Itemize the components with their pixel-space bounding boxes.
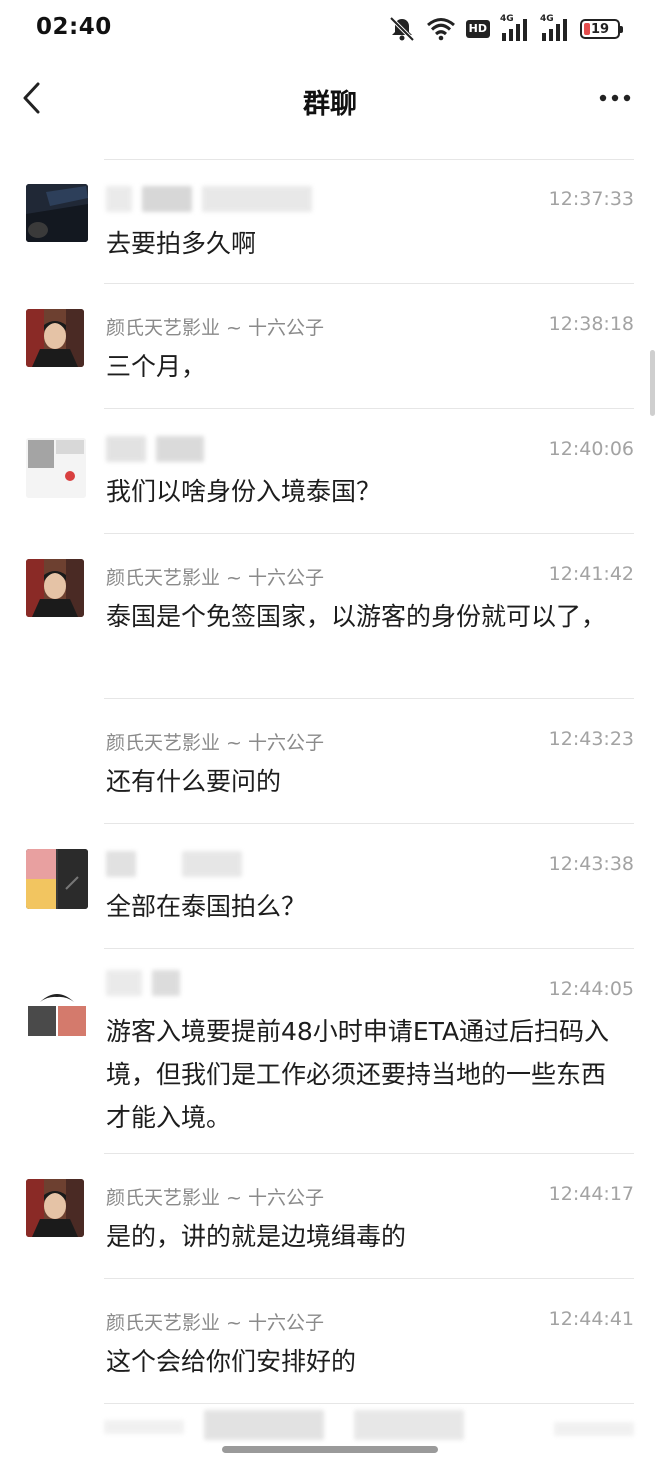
divider xyxy=(104,1153,634,1154)
divider xyxy=(104,159,634,160)
battery-fill xyxy=(584,23,590,35)
message-text: 是的，讲的就是边境缉毒的 xyxy=(106,1222,407,1251)
message-time: 12:43:23 xyxy=(548,728,634,750)
scrollbar[interactable] xyxy=(650,350,655,416)
message-text: 我们以啥身份入境泰国？ xyxy=(106,477,382,506)
message-text: 游客入境要提前48小时申请ETA通过后扫码入境，但我们是工作必须还要持当地的一些… xyxy=(106,1017,610,1132)
status-bar: 02:40 HD 4G 4G 19 xyxy=(0,0,660,58)
message-time: 12:44:17 xyxy=(548,1183,634,1205)
message-time: 12:44:05 xyxy=(548,978,634,1000)
divider xyxy=(104,1403,634,1404)
status-icons: HD 4G 4G 19 xyxy=(388,14,623,44)
battery-icon: 19 xyxy=(580,14,623,44)
sender-name: 颜氏天艺影业 ~ 十六公子 xyxy=(106,1312,324,1334)
message-time: 12:43:38 xyxy=(548,853,634,875)
message-time: 12:44:41 xyxy=(548,1308,634,1330)
avatar[interactable] xyxy=(26,438,86,498)
divider xyxy=(104,698,634,699)
message-text: 全部在泰国拍么？ xyxy=(106,892,307,921)
sender-name: 颜氏天艺影业 ~ 十六公子 xyxy=(106,1187,324,1209)
message-text: 去要拍多久啊 xyxy=(106,229,257,258)
message-text: 三个月， xyxy=(106,352,207,381)
message-time: 12:38:18 xyxy=(548,313,634,335)
sender-name: 颜氏天艺影业 ~ 十六公子 xyxy=(106,732,324,754)
nav-bar: 群聊 xyxy=(0,58,660,138)
sender-name-redacted xyxy=(106,851,242,877)
sender-name-redacted xyxy=(106,186,312,212)
mute-bell-icon xyxy=(388,14,416,44)
avatar[interactable] xyxy=(26,849,88,909)
more-button[interactable] xyxy=(598,86,632,110)
divider xyxy=(104,1278,634,1279)
avatar[interactable] xyxy=(26,309,84,367)
message-time: 12:37:33 xyxy=(548,188,634,210)
page-title: 群聊 xyxy=(303,89,357,120)
divider xyxy=(104,408,634,409)
divider xyxy=(104,948,634,949)
avatar[interactable] xyxy=(26,184,88,242)
signal-icon: 4G xyxy=(500,14,530,44)
message-text: 这个会给你们安排好的 xyxy=(106,1347,357,1376)
signal-icon: 4G xyxy=(540,14,570,44)
sender-name: 颜氏天艺影业 ~ 十六公子 xyxy=(106,567,324,589)
sender-name-redacted xyxy=(106,970,180,996)
divider xyxy=(104,283,634,284)
avatar[interactable] xyxy=(26,980,88,1038)
avatar[interactable] xyxy=(26,559,84,617)
avatar[interactable] xyxy=(26,1179,84,1237)
divider xyxy=(104,533,634,534)
wifi-icon xyxy=(426,14,456,44)
sender-name-redacted xyxy=(106,436,204,462)
message-time: 12:41:42 xyxy=(548,563,634,585)
divider xyxy=(104,823,634,824)
home-indicator[interactable] xyxy=(222,1446,438,1453)
status-time: 02:40 xyxy=(36,14,112,40)
message-time: 12:40:06 xyxy=(548,438,634,460)
message-text: 还有什么要问的 xyxy=(106,767,282,796)
message-text: 泰国是个免签国家，以游客的身份就可以了， xyxy=(106,602,607,631)
sender-name: 颜氏天艺影业 ~ 十六公子 xyxy=(106,317,324,339)
next-message-partial xyxy=(104,1410,634,1440)
hd-icon: HD xyxy=(465,14,490,44)
more-dots-icon xyxy=(599,94,631,102)
